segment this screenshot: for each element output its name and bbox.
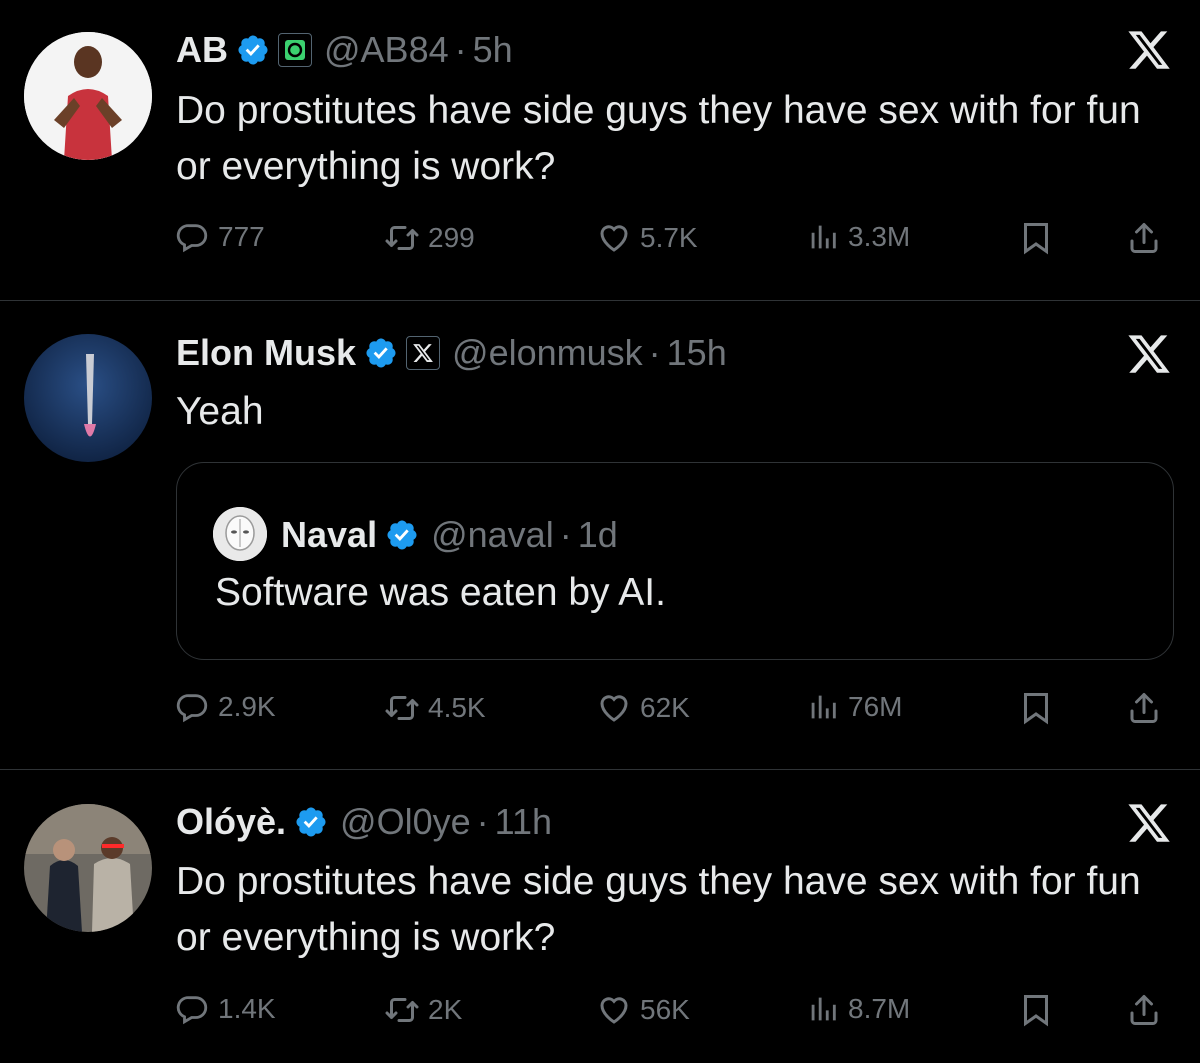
handle[interactable]: @AB84 [324,29,449,71]
avatar[interactable] [24,804,152,932]
repost-icon [384,220,420,256]
avatar[interactable] [24,32,152,160]
quoted-display-name[interactable]: Naval [281,514,377,556]
avatar[interactable] [24,334,152,462]
share-icon [1126,690,1162,726]
verified-badge-icon [385,518,419,552]
reply-icon [176,220,210,254]
view-count: 3.3M [848,221,911,252]
share-icon [1126,220,1162,256]
x-logo-icon [1126,27,1172,73]
heart-icon [596,690,632,726]
x-logo-icon [1126,800,1172,846]
repost-count: 4.5K [428,692,486,723]
verified-badge-icon [236,33,270,67]
action-bar: 1.4K 2K 56K 8.7M [176,992,1166,1032]
reply-button[interactable]: 1.4K [176,992,276,1026]
display-name[interactable]: Elon Musk [176,332,356,374]
reply-icon [176,690,210,724]
share-button[interactable] [1126,992,1162,1028]
verified-badge-icon [364,336,398,370]
view-count: 8.7M [848,993,911,1024]
bookmark-icon [1018,690,1054,726]
separator-dot: · [476,801,489,842]
verified-badge-icon [294,805,328,839]
share-icon [1126,992,1162,1028]
repost-icon [384,690,420,726]
timestamp[interactable]: 11h [495,801,552,843]
like-button[interactable]: 5.7K [596,220,698,256]
avatar[interactable] [213,507,267,561]
bookmark-button[interactable] [1018,690,1054,726]
bookmark-button[interactable] [1018,220,1054,256]
timestamp[interactable]: 15h [667,332,727,374]
like-count: 62K [640,692,690,723]
repost-count: 2K [428,994,463,1025]
like-count: 56K [640,994,690,1025]
display-name[interactable]: Olóyè. [176,801,286,843]
timestamp[interactable]: 5h [473,29,513,71]
repost-icon [384,992,420,1028]
repost-button[interactable]: 2K [384,992,462,1028]
reply-button[interactable]: 2.9K [176,690,276,724]
bookmark-icon [1018,220,1054,256]
quoted-text: Software was eaten by AI. [215,571,666,614]
views-icon [806,992,840,1026]
x-logo-icon [1126,331,1172,377]
view-count: 76M [848,691,903,722]
reply-icon [176,992,210,1026]
x-affiliate-badge-icon[interactable] [406,336,441,370]
reply-button[interactable]: 777 [176,220,265,254]
share-button[interactable] [1126,220,1162,256]
bookmark-button[interactable] [1018,992,1054,1028]
handle[interactable]: @elonmusk [452,332,643,374]
tweet[interactable]: Olóyè. @Ol0ye · 11h Do prostitutes have … [0,770,1200,1063]
reply-count: 777 [218,221,265,252]
action-bar: 2.9K 4.5K 62K 76M [176,690,1166,730]
views-icon [806,220,840,254]
repost-button[interactable]: 4.5K [384,690,486,726]
views-button[interactable]: 3.3M [806,220,910,254]
tweet-text: Do prostitutes have side guys they have … [176,89,1141,188]
like-button[interactable]: 56K [596,992,690,1028]
reply-count: 1.4K [218,993,276,1024]
tweet-text: Yeah [176,390,264,433]
bookmark-icon [1018,992,1054,1028]
quoted-handle[interactable]: @naval [431,514,554,556]
handle[interactable]: @Ol0ye [340,801,471,843]
heart-icon [596,220,632,256]
views-icon [806,690,840,724]
tweet[interactable]: AB @AB84 · 5h Do prostitutes have side g… [0,0,1200,300]
affiliate-badge-icon[interactable] [278,33,312,67]
separator-dot: · [559,514,572,555]
separator-dot: · [648,332,661,373]
action-bar: 777 299 5.7K 3.3M [176,220,1166,260]
repost-button[interactable]: 299 [384,220,475,256]
separator-dot: · [454,29,467,70]
share-button[interactable] [1126,690,1162,726]
views-button[interactable]: 76M [806,690,902,724]
reply-count: 2.9K [218,691,276,722]
tweet-text: Do prostitutes have side guys they have … [176,860,1141,959]
views-button[interactable]: 8.7M [806,992,910,1026]
quoted-tweet[interactable]: Naval @naval · 1d Software was eaten by … [176,462,1174,660]
heart-icon [596,992,632,1028]
repost-count: 299 [428,222,475,253]
quoted-timestamp[interactable]: 1d [578,514,618,556]
like-button[interactable]: 62K [596,690,690,726]
display-name[interactable]: AB [176,29,228,71]
like-count: 5.7K [640,222,698,253]
